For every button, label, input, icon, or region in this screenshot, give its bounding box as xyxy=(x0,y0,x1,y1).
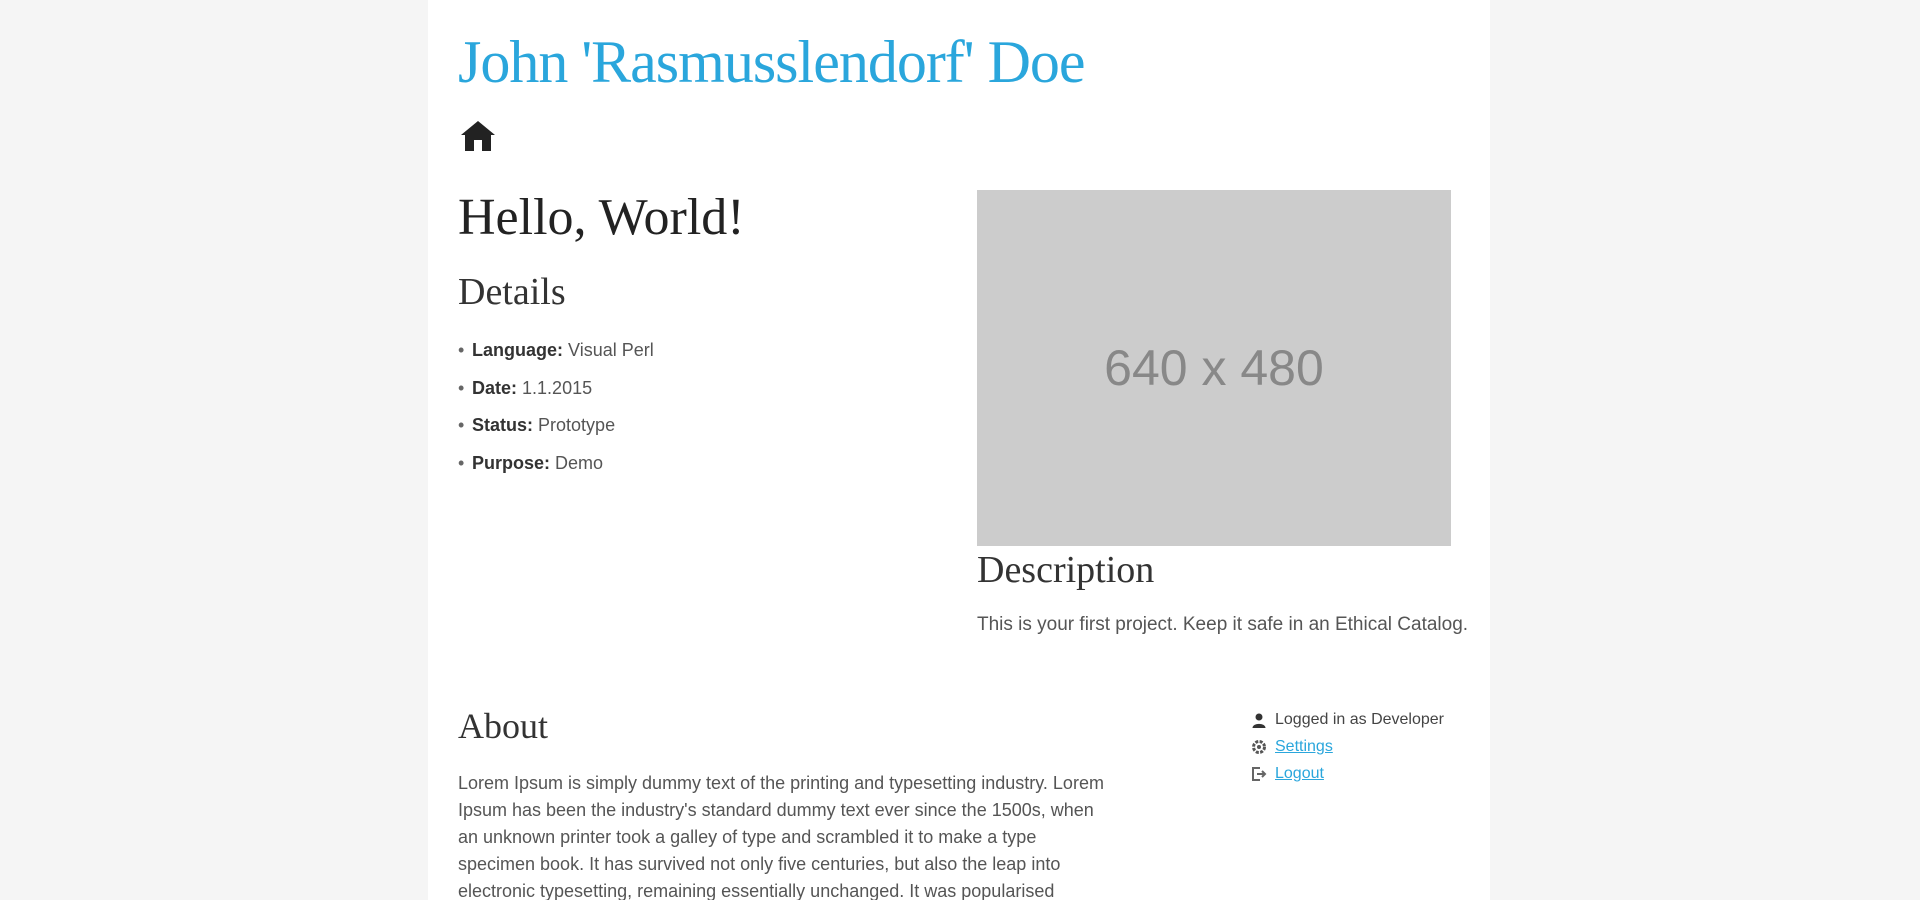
project-heading: Hello, World! xyxy=(458,189,745,246)
details-list: • Language: Visual Perl • Date: 1.1.2015 •… xyxy=(458,335,654,485)
details-item-language: • Language: Visual Perl xyxy=(458,335,654,373)
detail-value: 1.1.2015 xyxy=(522,377,593,398)
account-meta: Logged in as Developer Settings Logout xyxy=(1251,706,1444,787)
bullet: • xyxy=(458,452,465,473)
details-item-date: • Date: 1.1.2015 xyxy=(458,373,654,411)
meta-logged-in-text: Logged in as Developer xyxy=(1275,710,1445,728)
details-item-purpose: • Purpose: Demo xyxy=(458,448,654,486)
settings-icon xyxy=(1252,739,1266,754)
home-icon[interactable] xyxy=(458,118,498,154)
user-icon xyxy=(1252,713,1266,728)
detail-key: Purpose: xyxy=(472,452,551,473)
settings-link[interactable]: Settings xyxy=(1275,738,1333,756)
meta-logout[interactable]: Logout xyxy=(1251,760,1444,787)
page-container: John 'Rasmusslendorf' Doe Hello, World! … xyxy=(428,0,1490,900)
detail-value: Visual Perl xyxy=(568,340,654,360)
site-title[interactable]: John 'Rasmusslendorf' Doe xyxy=(458,28,1086,97)
bullet: • xyxy=(458,415,465,435)
logout-icon xyxy=(1252,766,1267,781)
meta-logged-in: Logged in as Developer xyxy=(1251,706,1444,733)
about-text: Lorem Ipsum is simply dummy text of the … xyxy=(458,773,1104,900)
description-text: This is your first project. Keep it safe… xyxy=(977,614,1469,635)
detail-key: Language: xyxy=(472,340,564,360)
meta-settings[interactable]: Settings xyxy=(1251,733,1444,760)
logout-link[interactable]: Logout xyxy=(1275,765,1324,783)
bullet: • xyxy=(458,377,465,398)
detail-key: Date: xyxy=(472,377,518,398)
project-image-placeholder: 640 x 480 xyxy=(977,190,1451,546)
bullet: • xyxy=(458,340,465,360)
detail-value: Demo xyxy=(555,452,604,473)
placeholder-label: 640 x 480 xyxy=(1104,340,1324,396)
details-item-status: • Status: Prototype xyxy=(458,410,654,448)
description-heading: Description xyxy=(977,549,1155,591)
detail-value: Prototype xyxy=(538,415,616,435)
detail-key: Status: xyxy=(472,415,534,435)
details-heading: Details xyxy=(458,271,566,313)
about-heading: About xyxy=(458,706,548,746)
